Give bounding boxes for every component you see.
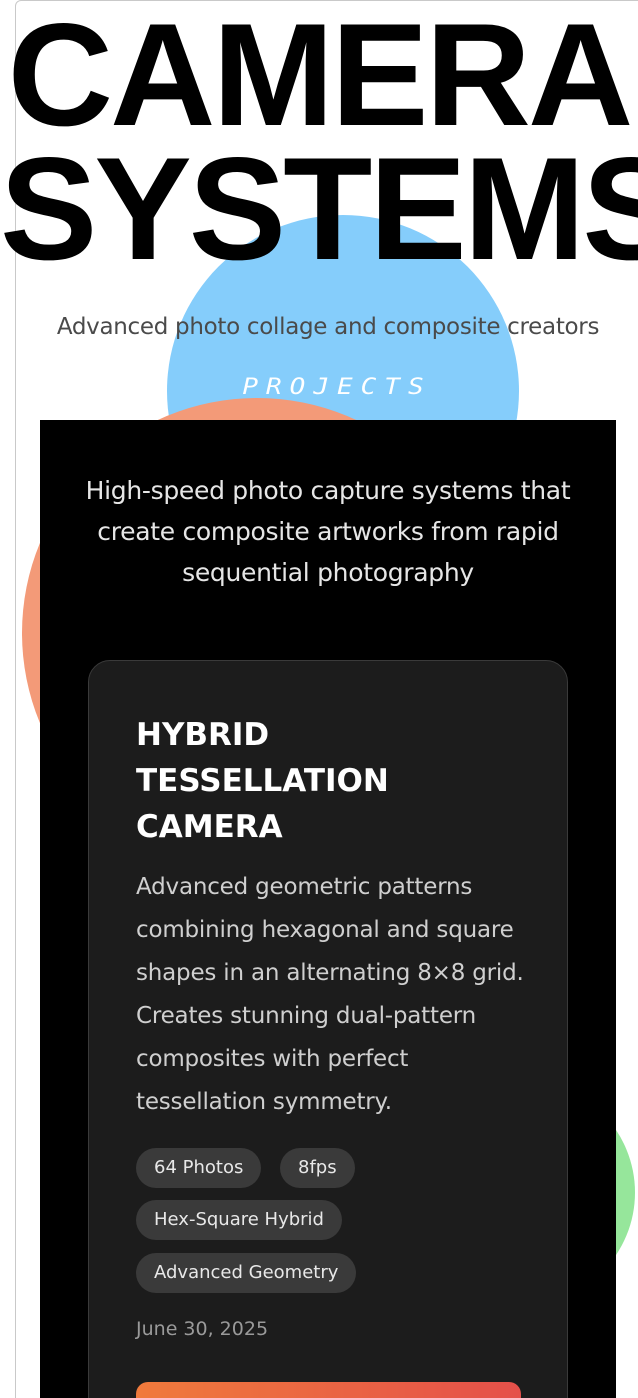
project-card-title: HYBRID TESSELLATION CAMERA [136,712,536,850]
project-card-title-line-1: HYBRID [136,717,270,753]
project-card-date: June 30, 2025 [136,1318,269,1340]
hero-title: CAMERA SYSTEMS [0,0,638,290]
page: CAMERA SYSTEMS Advanced photo collage an… [0,0,638,1398]
tag-pattern-type: Hex-Square Hybrid [136,1200,342,1240]
project-card-title-line-2: TESSELLATION [136,763,389,799]
tag-geometry: Advanced Geometry [136,1253,357,1293]
tag-frame-rate: 8fps [280,1148,355,1188]
project-card-title-line-3: CAMERA [136,809,283,845]
section-label-projects: PROJECTS [242,374,432,400]
projects-description: High-speed photo capture systems that cr… [85,476,571,587]
hero-subtitle: Advanced photo collage and composite cre… [56,314,600,340]
project-card-description: Advanced geometric patterns combining he… [136,874,524,1115]
project-action-button[interactable] [136,1382,521,1398]
hero-title-line-2: SYSTEMS [0,127,638,290]
tag-photo-count: 64 Photos [136,1148,262,1188]
hero-title-line-1: CAMERA [7,0,634,156]
